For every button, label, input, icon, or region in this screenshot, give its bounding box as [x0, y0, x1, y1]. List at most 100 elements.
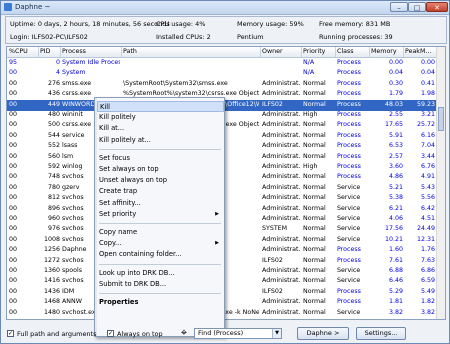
menu-item[interactable]: Copy... ▶	[99, 238, 223, 249]
menu-item-label: Create trap	[99, 187, 138, 196]
menu-item[interactable]: Look up into DRK DB...	[99, 268, 223, 279]
column-header[interactable]: %CPU	[9, 48, 37, 55]
table-cell: Process	[337, 79, 361, 87]
table-cell: 780	[47, 183, 60, 191]
menu-item[interactable]: Set focus	[99, 153, 223, 164]
table-cell: 592	[47, 163, 60, 170]
menu-item[interactable]: Set always on top	[99, 164, 223, 175]
table-cell: 00	[9, 235, 18, 243]
column-divider[interactable]	[60, 47, 61, 57]
table-cell: 6.86	[420, 267, 435, 274]
table-cell: Administrat...	[262, 204, 300, 212]
table-cell: Administrat...	[262, 152, 300, 160]
menu-item[interactable]: Properties	[99, 297, 223, 308]
table-cell: Normal	[303, 298, 326, 306]
table-cell: 1.76	[420, 246, 435, 254]
column-header[interactable]: Priority	[303, 48, 335, 55]
table-row[interactable]: 00 4 System N/A Process 0.04 0.04	[7, 68, 437, 79]
column-header[interactable]: Path	[123, 48, 259, 55]
menu-item-label: Set always on top	[99, 165, 159, 173]
menu-item-label: Copy...	[99, 239, 122, 248]
menu-item[interactable]: Set affinity...	[99, 198, 223, 209]
table-cell: \SystemRoot\System32\smss.exe	[123, 79, 228, 87]
table-cell: 00	[9, 121, 18, 129]
table-cell: 0.04	[388, 69, 403, 77]
table-cell: 3.36	[405, 319, 435, 320]
column-divider[interactable]	[260, 47, 261, 57]
table-cell: 12.31	[416, 235, 435, 243]
menu-item[interactable]: Kill politely	[99, 112, 223, 123]
table-cell: 17.65	[384, 121, 403, 129]
table-cell: 3.82	[388, 308, 403, 316]
column-header[interactable]: PeakM...	[405, 48, 435, 55]
table-cell: Normal	[303, 152, 326, 160]
table-cell: 59.23	[416, 100, 435, 108]
table-cell: Administrat...	[262, 131, 300, 139]
table-cell: 00	[9, 152, 18, 160]
column-divider[interactable]	[38, 47, 39, 57]
uptime-text: Uptime: 0 days, 2 hours, 18 minutes, 56 …	[10, 20, 170, 28]
table-row[interactable]: 00 276 smss.exe \SystemRoot\System32\smss.e…	[7, 79, 437, 90]
settings-button[interactable]: Settings...	[356, 327, 406, 340]
column-divider[interactable]	[301, 47, 302, 57]
full-path-checkbox[interactable]: ✓	[7, 330, 14, 337]
column-divider[interactable]	[335, 47, 336, 57]
process-list-header: %CPU PID Process Path Owner Priority Class Memo…	[7, 47, 445, 58]
table-cell: 3.21	[420, 111, 435, 118]
chevron-down-icon[interactable]: ▼	[272, 329, 281, 338]
table-cell: 00	[9, 142, 18, 150]
column-divider[interactable]	[403, 47, 404, 57]
maximize-button[interactable]: □	[408, 2, 426, 12]
table-cell: 6.21	[388, 204, 403, 212]
full-path-label[interactable]: Full path and arguments	[17, 330, 97, 338]
menu-item[interactable]: Submit to DRK DB...	[99, 279, 223, 290]
table-cell: Normal	[303, 215, 326, 222]
find-dropdown[interactable]: Find (Process) ▼	[194, 328, 282, 339]
table-cell: N/A	[303, 69, 315, 77]
menu-item[interactable]: Open containing folder...	[99, 249, 223, 260]
menu-item[interactable]: Copy name	[99, 227, 223, 238]
table-cell: 00	[9, 69, 18, 77]
column-header[interactable]: Process	[62, 48, 120, 55]
column-header[interactable]: Memory	[371, 48, 403, 55]
table-cell: 1360	[43, 267, 60, 274]
table-cell: 0.00	[388, 59, 403, 66]
table-row[interactable]: 95 0 System Idle Process N/A Process 0.00 0.00	[7, 58, 437, 69]
table-cell: 960	[47, 215, 60, 222]
crosshair-icon[interactable]: ⌖	[178, 327, 190, 339]
always-on-top-checkbox[interactable]: ✓	[107, 330, 114, 337]
menu-item[interactable]: Unset always on top	[99, 175, 223, 186]
menu-item[interactable]: Kill	[97, 101, 224, 112]
table-cell: 00	[9, 215, 18, 222]
menu-item[interactable]: Set priority ▶	[99, 209, 223, 220]
menu-item[interactable]: Create trap	[99, 186, 223, 197]
minimize-button[interactable]: –	[390, 2, 408, 12]
table-cell: Normal	[303, 267, 326, 274]
column-divider[interactable]	[369, 47, 370, 57]
always-on-top-label[interactable]: Always on top	[117, 330, 163, 338]
column-header[interactable]: Class	[337, 48, 369, 55]
login-text: Login: ILFS02-PC\ILFS02	[10, 33, 88, 41]
menu-item[interactable]: Kill politely at...	[99, 135, 223, 146]
vertical-scrollbar[interactable]	[436, 47, 445, 319]
table-cell: Process	[337, 90, 361, 98]
table-cell: Service	[337, 277, 361, 285]
menu-separator	[99, 148, 221, 150]
close-button[interactable]: ✕	[426, 2, 448, 12]
table-cell: 00	[9, 183, 18, 191]
installed-cpus-text: Installed CPUs: 2	[156, 33, 211, 41]
menu-item[interactable]: Kill at...	[99, 123, 223, 134]
table-cell: Service	[337, 215, 361, 222]
column-divider[interactable]	[121, 47, 122, 57]
column-header[interactable]: Owner	[262, 48, 300, 55]
process-list[interactable]: %CPU PID Process Path Owner Priority Class Memo…	[6, 46, 446, 320]
menu-item-label: Look up into DRK DB...	[99, 268, 175, 277]
scrollbar-thumb[interactable]	[438, 107, 444, 131]
table-cell: 0.04	[420, 69, 435, 77]
table-cell: 00	[9, 246, 18, 254]
column-header[interactable]: PID	[40, 48, 60, 55]
title-bar[interactable]: Daphne ~ – □ ✕	[1, 1, 449, 15]
table-cell: Normal	[303, 235, 326, 243]
daphne-button[interactable]: Daphne >	[297, 327, 349, 340]
table-cell: 1256	[43, 246, 60, 254]
